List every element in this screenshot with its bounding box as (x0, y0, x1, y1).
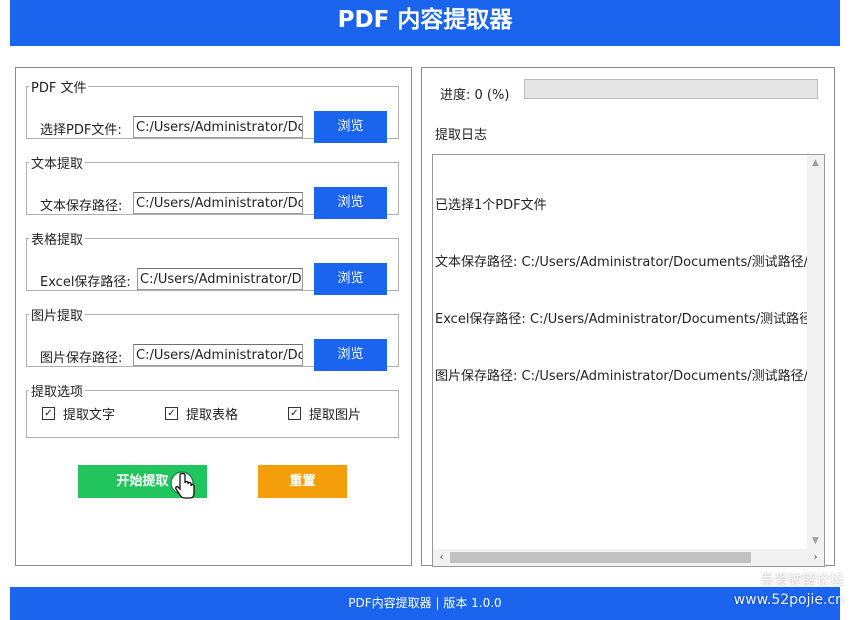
watermark-line1: 吾爱破解论坛 (760, 573, 844, 589)
log-line: 图片保存路径: C:/Users/Administrator/Documents… (435, 369, 807, 384)
checkbox-check-icon: ✓ (42, 407, 55, 420)
pdf-file-label: 选择PDF文件: (40, 123, 122, 138)
pdf-file-group: PDF 文件 选择PDF文件: C:/Users/Administrator/D… (26, 77, 399, 143)
extract-image-label: 提取图片 (309, 408, 362, 423)
excel-save-input[interactable]: C:/Users/Administrator/Do (137, 268, 303, 290)
horizontal-scroll-thumb[interactable] (450, 552, 751, 563)
log-textarea[interactable]: 已选择1个PDF文件 文本保存路径: C:/Users/Administrato… (432, 154, 825, 567)
extract-table-label: 提取表格 (186, 408, 239, 423)
image-save-label: 图片保存路径: (40, 351, 123, 366)
extract-text-checkbox[interactable]: ✓ 提取文字 (42, 404, 115, 423)
text-save-input[interactable]: C:/Users/Administrator/Do (133, 192, 303, 214)
log-line: 已选择1个PDF文件 (435, 198, 547, 213)
excel-save-browse-button[interactable]: 浏览 (314, 263, 387, 295)
checkbox-check-icon: ✓ (165, 407, 178, 420)
progress-label: 进度: 0 (%) (440, 88, 510, 103)
settings-panel: PDF 文件 选择PDF文件: C:/Users/Administrator/D… (15, 67, 412, 566)
extract-table-checkbox[interactable]: ✓ 提取表格 (165, 404, 238, 423)
progress-bar (524, 79, 818, 99)
text-save-browse-button[interactable]: 浏览 (314, 187, 387, 219)
scroll-up-icon[interactable]: ▲ (807, 155, 824, 172)
footer-version: PDF内容提取器 | 版本 1.0.0 (10, 587, 840, 620)
reset-button[interactable]: 重置 (258, 465, 347, 498)
log-panel: 进度: 0 (%) 提取日志 已选择1个PDF文件 文本保存路径: C:/Use… (421, 67, 835, 567)
extract-text-label: 提取文字 (63, 408, 116, 423)
watermark: 吾爱破解论坛 www.52pojie.cn (734, 572, 844, 610)
hand-cursor-icon (170, 471, 195, 499)
log-line: 文本保存路径: C:/Users/Administrator/Documents… (435, 255, 807, 270)
scroll-down-icon[interactable]: ▼ (807, 533, 824, 550)
pdf-file-legend: PDF 文件 (31, 81, 87, 96)
scroll-left-icon[interactable]: ‹ (433, 549, 450, 566)
table-extract-group: 表格提取 Excel保存路径: C:/Users/Administrator/D… (26, 229, 399, 295)
extract-image-checkbox[interactable]: ✓ 提取图片 (288, 404, 361, 423)
app-title: PDF 内容提取器 (10, 0, 840, 46)
extract-options-legend: 提取选项 (31, 385, 84, 400)
excel-save-label: Excel保存路径: (40, 275, 131, 290)
extract-options-group: 提取选项 ✓ 提取文字 ✓ 提取表格 ✓ 提取图片 (26, 381, 399, 438)
scroll-right-icon[interactable]: › (807, 549, 824, 566)
vertical-scrollbar[interactable]: ▲ ▼ (807, 155, 824, 550)
table-extract-legend: 表格提取 (31, 233, 84, 248)
text-save-label: 文本保存路径: (40, 199, 123, 214)
pdf-file-input[interactable]: C:/Users/Administrator/Do (133, 116, 303, 138)
checkbox-check-icon: ✓ (288, 407, 301, 420)
log-title: 提取日志 (435, 128, 488, 143)
text-extract-group: 文本提取 文本保存路径: C:/Users/Administrator/Do 浏… (26, 153, 399, 219)
watermark-line2: www.52pojie.cn (733, 592, 844, 608)
image-extract-legend: 图片提取 (31, 309, 84, 324)
text-extract-legend: 文本提取 (31, 157, 84, 172)
horizontal-scrollbar[interactable]: ‹ › (433, 549, 824, 566)
log-content: 已选择1个PDF文件 文本保存路径: C:/Users/Administrato… (435, 158, 807, 424)
image-save-input[interactable]: C:/Users/Administrator/Do (133, 344, 303, 366)
image-save-browse-button[interactable]: 浏览 (314, 339, 387, 371)
image-extract-group: 图片提取 图片保存路径: C:/Users/Administrator/Do 浏… (26, 305, 399, 371)
pdf-file-browse-button[interactable]: 浏览 (314, 111, 387, 143)
log-line: Excel保存路径: C:/Users/Administrator/Docume… (435, 312, 807, 327)
